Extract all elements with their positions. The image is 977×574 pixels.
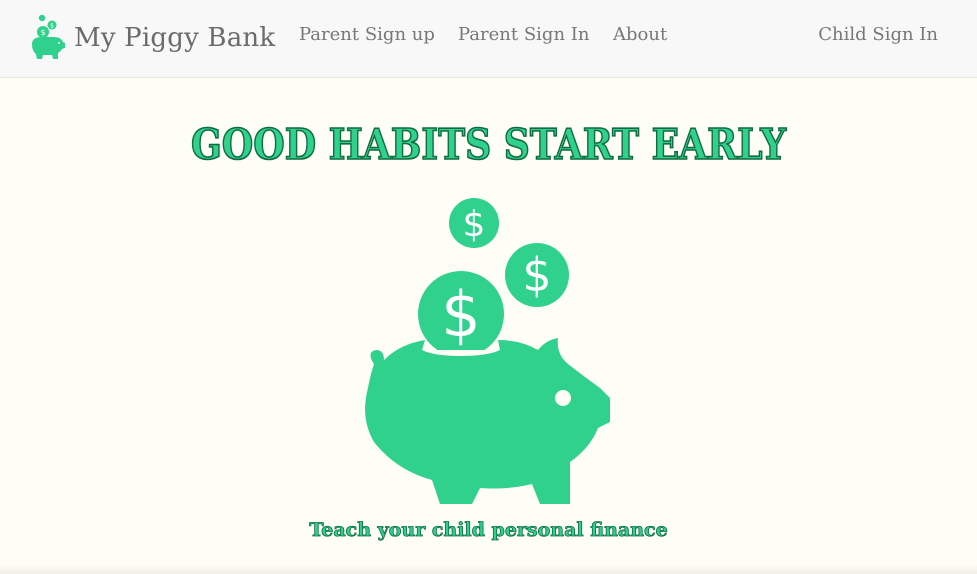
nav-parent-sign-in[interactable]: Parent Sign In xyxy=(458,24,589,45)
piggy-bank-icon xyxy=(365,338,610,504)
brand-name: My Piggy Bank xyxy=(74,23,276,53)
nav-parent-sign-up[interactable]: Parent Sign up xyxy=(299,24,435,45)
top-navbar: $ $ My Piggy Bank Parent Sign up Parent … xyxy=(0,0,977,78)
coin-small-icon: $ xyxy=(449,198,499,248)
svg-text:$: $ xyxy=(50,23,54,30)
hero-tagline: Teach your child personal finance xyxy=(309,519,668,542)
piggy-bank-with-coins-illustration: $ $ $ xyxy=(365,198,610,504)
coin-medium-symbol: $ xyxy=(522,248,551,302)
page-bottom-shadow xyxy=(0,564,977,574)
nav-child-sign-in[interactable]: Child Sign In xyxy=(818,24,938,45)
brand-link[interactable]: $ $ My Piggy Bank xyxy=(28,14,275,62)
coin-small-symbol: $ xyxy=(463,204,486,245)
piggy-bank-logo-icon: $ $ xyxy=(32,14,65,59)
hero-title: GOOD HABITS START EARLY xyxy=(190,119,787,170)
nav-about[interactable]: About xyxy=(613,24,667,45)
coin-large-icon: $ xyxy=(418,271,504,357)
svg-text:$: $ xyxy=(40,28,45,37)
coin-medium-icon: $ xyxy=(505,243,569,307)
coin-large-symbol: $ xyxy=(441,278,480,351)
